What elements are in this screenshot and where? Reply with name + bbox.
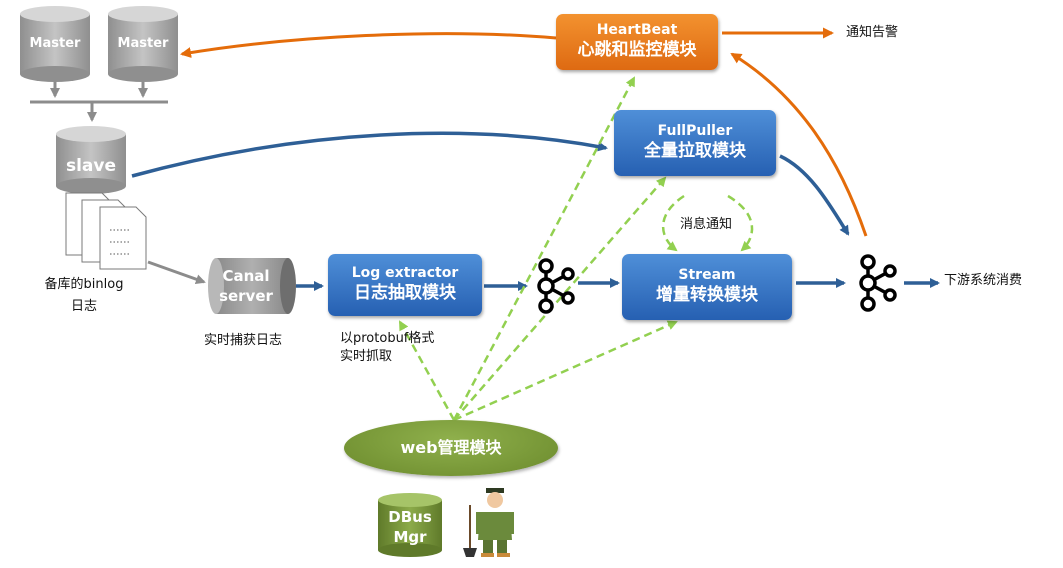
web-management-module[interactable]: web管理模块 <box>344 420 558 476</box>
protobuf-label-line2: 实时抓取 <box>340 349 393 364</box>
message-notify-label: 消息通知 <box>680 217 733 232</box>
log-extractor-subtitle: 日志抽取模块 <box>354 283 456 303</box>
log-extractor-title: Log extractor <box>351 265 459 281</box>
fullpuller-title: FullPuller <box>657 123 733 139</box>
canal-server-label: Canal server <box>210 266 282 306</box>
canal-label-line2: server <box>219 287 273 305</box>
kafka-icon <box>537 258 575 314</box>
dbus-mgr-label: DBus Mgr <box>378 507 442 547</box>
realtime-capture-label: 实时捕获日志 <box>204 333 283 348</box>
kafka-icon <box>859 254 897 312</box>
dbus-label-line1: DBus <box>388 508 432 526</box>
stream-title: Stream <box>678 267 736 283</box>
binlog-label-line2: 日志 <box>70 299 97 314</box>
canal-label-line1: Canal <box>222 267 270 285</box>
web-management-label: web管理模块 <box>400 438 502 457</box>
document-stack-icon <box>65 192 147 270</box>
admin-person-icon <box>463 488 514 557</box>
stream-subtitle: 增量转换模块 <box>656 285 758 305</box>
dbus-label-line2: Mgr <box>393 528 427 546</box>
protobuf-label: 以protobuf格式 实时抓取 <box>340 330 434 366</box>
master-label-1: Master <box>29 36 81 51</box>
heartbeat-title: HeartBeat <box>596 22 678 38</box>
downstream-label: 下游系统消费 <box>944 273 1023 288</box>
fullpuller-module[interactable]: FullPuller 全量拉取模块 <box>614 110 776 176</box>
architecture-diagram <box>20 6 940 557</box>
master-label-2: Master <box>117 36 169 51</box>
heartbeat-module[interactable]: HeartBeat 心跳和监控模块 <box>556 14 718 70</box>
master-to-slave-connector <box>30 82 168 122</box>
stream-module[interactable]: Stream 增量转换模块 <box>622 254 792 320</box>
fullpuller-subtitle: 全量拉取模块 <box>644 141 746 161</box>
log-extractor-module[interactable]: Log extractor 日志抽取模块 <box>328 254 482 316</box>
slave-label: slave <box>65 156 117 176</box>
alert-notify-label: 通知告警 <box>846 25 899 40</box>
binlog-to-canal-arrow <box>147 260 206 285</box>
protobuf-label-line1: 以protobuf格式 <box>340 331 435 346</box>
heartbeat-subtitle: 心跳和监控模块 <box>577 40 697 60</box>
binlog-label: 备库的binlog 日志 <box>32 276 136 316</box>
binlog-label-line1: 备库的binlog <box>44 277 124 292</box>
